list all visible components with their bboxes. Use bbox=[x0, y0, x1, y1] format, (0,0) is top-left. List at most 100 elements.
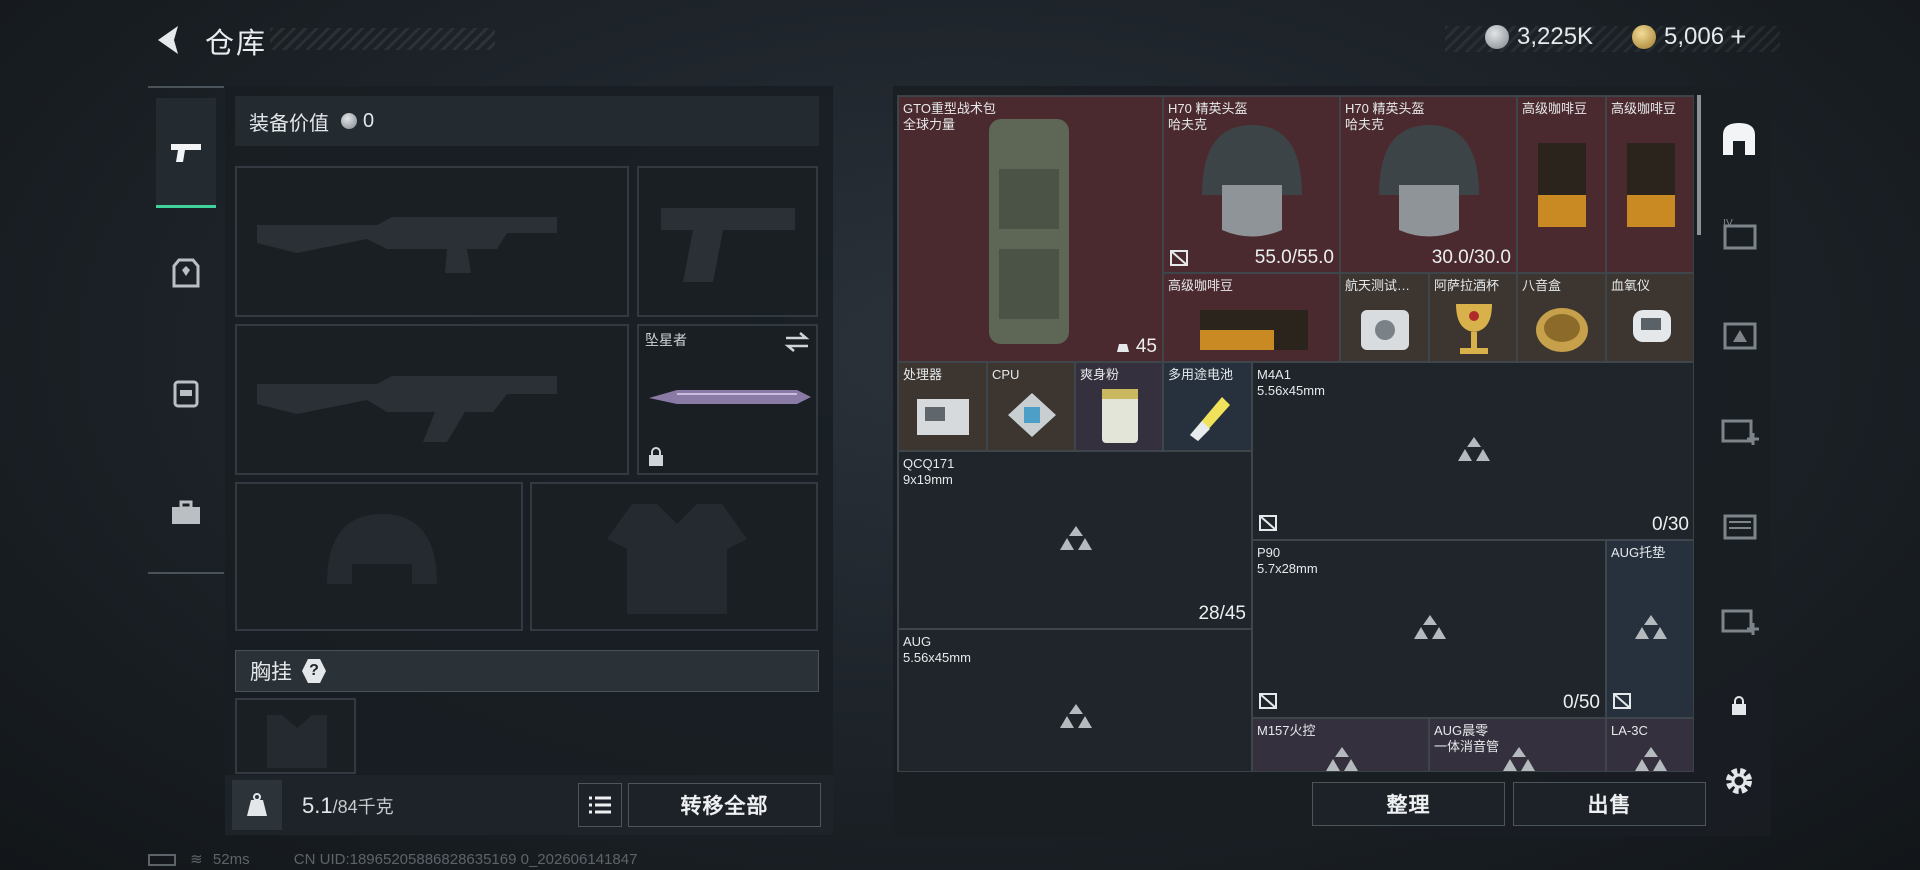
storage-item[interactable]: CPU bbox=[987, 362, 1075, 451]
pistol-slot[interactable] bbox=[637, 166, 818, 317]
item-name: 高级咖啡豆 bbox=[1522, 101, 1588, 116]
item-name: 处理器 bbox=[903, 367, 943, 382]
secondary-weapon-slot[interactable] bbox=[235, 324, 629, 475]
storage-page-tab[interactable] bbox=[1710, 291, 1768, 377]
chest-rig-slot[interactable] bbox=[235, 698, 356, 774]
no-repair-icon bbox=[1613, 693, 1631, 709]
storage-item[interactable]: 八音盒 bbox=[1517, 273, 1606, 362]
item-sub: 5.56x45mm bbox=[903, 650, 971, 665]
add-storage-icon bbox=[1721, 609, 1759, 635]
transfer-all-button[interactable]: 转移全部 bbox=[628, 783, 821, 827]
coffee-bag-icon bbox=[1538, 143, 1586, 227]
add-storage-page-tab[interactable] bbox=[1710, 576, 1768, 662]
storage-item[interactable]: 高级咖啡豆 bbox=[1606, 96, 1693, 273]
list-view-button[interactable] bbox=[578, 783, 622, 827]
chest-rig-label: 胸挂 bbox=[250, 661, 292, 684]
placeholder-triangle-icon bbox=[1635, 747, 1667, 771]
item-sub: 全球力量 bbox=[903, 117, 956, 132]
item-name: QCQ171 bbox=[903, 456, 955, 471]
placeholder-triangle-icon bbox=[1503, 747, 1535, 771]
weight-current: 5.1 bbox=[302, 793, 333, 818]
storage-item[interactable]: M4A1 5.56x45mm 0/30 bbox=[1252, 362, 1693, 540]
sort-button[interactable]: 整理 bbox=[1312, 782, 1505, 826]
swap-icon[interactable] bbox=[784, 332, 810, 352]
oximeter-icon bbox=[1633, 310, 1671, 342]
add-currency-button[interactable]: + bbox=[1730, 21, 1746, 53]
storage-scrollbar[interactable] bbox=[1697, 95, 1701, 235]
storage-box-icon bbox=[1723, 514, 1757, 540]
item-name: 八音盒 bbox=[1522, 278, 1562, 293]
storage-item[interactable]: H70 精英头盔 哈夫克 30.0/30.0 bbox=[1340, 96, 1517, 273]
item-name: CPU bbox=[992, 367, 1020, 382]
locked-storage-tab[interactable] bbox=[1710, 671, 1768, 741]
back-button[interactable] bbox=[150, 22, 186, 58]
tab-case[interactable] bbox=[156, 458, 216, 568]
armor-slot[interactable] bbox=[530, 482, 818, 631]
item-name: AUG托垫 bbox=[1611, 545, 1666, 560]
storage-page-4-tab[interactable]: IV bbox=[1710, 191, 1768, 277]
knife-icon bbox=[649, 390, 811, 404]
storage-item[interactable]: LA-3C bbox=[1606, 718, 1693, 771]
placeholder-triangle-icon bbox=[1458, 437, 1490, 461]
melee-slot-label: 坠星者 bbox=[645, 332, 687, 348]
storage-item[interactable]: P90 5.7x28mm 0/50 bbox=[1252, 540, 1606, 718]
storage-box-icon: IV bbox=[1723, 218, 1757, 250]
weight-lock-button[interactable] bbox=[232, 780, 282, 830]
storage-item[interactable]: 高级咖啡豆 bbox=[1163, 273, 1340, 362]
storage-item[interactable]: 多用途电池 bbox=[1163, 362, 1252, 451]
storage-item[interactable]: AUG 5.56x45mm bbox=[898, 629, 1252, 771]
item-durability: 30.0/30.0 bbox=[1431, 247, 1511, 268]
storage-item[interactable]: 血氧仪 bbox=[1606, 273, 1693, 362]
silver-coin-icon bbox=[1485, 25, 1509, 49]
storage-page-3-tab[interactable] bbox=[1710, 481, 1768, 567]
equipment-value-label: 装备价值 bbox=[249, 112, 329, 135]
storage-item[interactable]: 阿萨拉酒杯 bbox=[1429, 273, 1517, 362]
uid-text: CN UID:18965205886828635169 0_2026061418… bbox=[293, 851, 638, 868]
powder-tin-icon bbox=[1102, 389, 1138, 443]
helmet-item-icon bbox=[1379, 125, 1479, 237]
primary-weapon-slot[interactable] bbox=[235, 166, 629, 317]
item-durability: 55.0/55.0 bbox=[1254, 247, 1334, 268]
backpack-item-icon bbox=[989, 119, 1069, 344]
settings-button[interactable] bbox=[1710, 746, 1768, 816]
weight-small-icon bbox=[1117, 344, 1129, 352]
gold-coin-icon bbox=[1632, 25, 1656, 49]
armor-vest-icon bbox=[172, 258, 200, 288]
placeholder-triangle-icon bbox=[1635, 615, 1667, 639]
battery-icon bbox=[1190, 397, 1230, 441]
list-icon bbox=[589, 796, 611, 814]
storage-item[interactable]: AUG晨零 一体消音管 bbox=[1429, 718, 1606, 771]
storage-item[interactable]: 处理器 bbox=[898, 362, 987, 451]
item-name: 多用途电池 bbox=[1168, 367, 1234, 382]
storage-item[interactable]: QCQ171 9x19mm 28/45 bbox=[898, 451, 1252, 629]
storage-item[interactable]: 高级咖啡豆 bbox=[1517, 96, 1606, 273]
storage-item[interactable]: AUG托垫 bbox=[1606, 540, 1693, 718]
weight-icon bbox=[247, 793, 267, 816]
storage-item[interactable]: 航天测试… bbox=[1340, 273, 1429, 362]
tab-weapons[interactable] bbox=[156, 98, 216, 208]
help-icon[interactable]: ? bbox=[302, 659, 326, 683]
page-title: 仓库 bbox=[205, 28, 268, 60]
item-ammo-count: 0/30 bbox=[1652, 514, 1689, 535]
storage-item[interactable]: GTO重型战术包 全球力量 45 bbox=[898, 96, 1163, 362]
item-name: M157火控 bbox=[1257, 723, 1316, 738]
item-name: 高级咖啡豆 bbox=[1611, 101, 1677, 116]
add-storage-page-tab[interactable] bbox=[1710, 386, 1768, 472]
sell-button[interactable]: 出售 bbox=[1513, 782, 1706, 826]
storage-item[interactable]: M157火控 bbox=[1252, 718, 1429, 771]
tab-backpack[interactable] bbox=[156, 338, 216, 448]
tab-armor[interactable] bbox=[156, 218, 216, 328]
storage-item[interactable]: 爽身粉 bbox=[1075, 362, 1163, 451]
rifle-silhouette-icon bbox=[257, 376, 557, 442]
item-ammo-count: 0/50 bbox=[1563, 692, 1600, 713]
melee-slot[interactable]: 坠星者 bbox=[637, 324, 818, 475]
storage-main-tab[interactable] bbox=[1710, 96, 1768, 182]
item-name: P90 bbox=[1257, 545, 1281, 560]
helmet-slot[interactable] bbox=[235, 482, 523, 631]
test-device-icon bbox=[1361, 310, 1409, 350]
storage-item[interactable]: H70 精英头盔 哈夫克 55.0/55.0 bbox=[1163, 96, 1340, 273]
weight-display: 5.1/84千克 bbox=[302, 793, 394, 819]
no-repair-icon bbox=[1259, 693, 1277, 709]
lock-icon bbox=[1732, 696, 1746, 715]
equipment-value-bar: 装备价值 0 bbox=[235, 96, 819, 146]
